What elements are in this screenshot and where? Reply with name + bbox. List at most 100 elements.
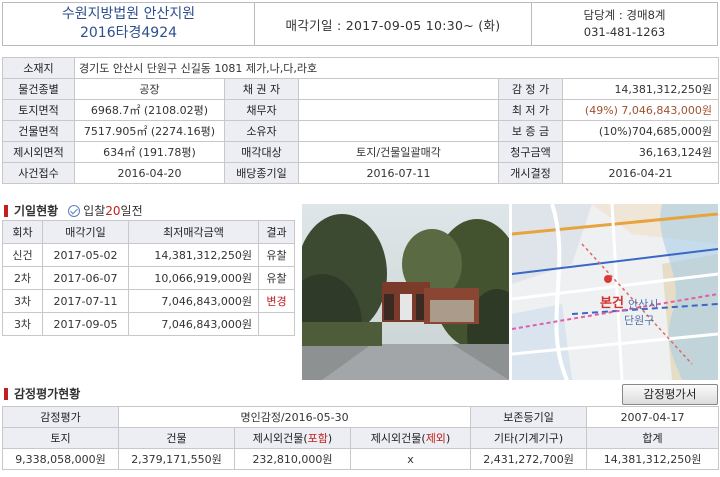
header-highlight: 제외 xyxy=(425,432,446,445)
info-value xyxy=(298,78,499,100)
info-label: 청구금액 xyxy=(498,141,563,163)
header-highlight: 포함 xyxy=(307,432,328,445)
column-header: 매각기일 xyxy=(42,220,129,244)
info-row: 토지면적 6968.7㎡ (2108.02평) 채무자 최 저 가 (49%) … xyxy=(2,99,720,121)
section-bullet-icon xyxy=(4,204,8,217)
appraisal-summary-row: 감정평가 명인감정/2016-05-30 보존등기일 2007-04-17 xyxy=(2,406,720,428)
info-value: 공장 xyxy=(74,78,225,100)
info-label: 배당종기일 xyxy=(224,162,299,184)
info-label: 물건종별 xyxy=(2,78,75,100)
info-label: 채 권 자 xyxy=(224,78,299,100)
address-row: 소재지 경기도 안산시 단원구 신길동 1081 제가,나,다,라호 xyxy=(2,57,720,79)
info-label: 사건접수 xyxy=(2,162,75,184)
history-section-header: 기일현황 입찰20일전 xyxy=(4,202,143,219)
appraisal-table: 감정평가 명인감정/2016-05-30 보존등기일 2007-04-17 토지… xyxy=(2,406,720,470)
extra-building-excluded-value: x xyxy=(349,448,472,470)
date-cell: 2017-09-05 xyxy=(42,312,129,336)
column-header: 건물 xyxy=(118,427,235,449)
price-cell: 14,381,312,250원 xyxy=(128,243,259,267)
registration-date-label: 보존등기일 xyxy=(470,406,588,428)
column-header: 기타(기계기구) xyxy=(470,427,588,449)
info-value xyxy=(298,120,499,142)
map-district-label: 단원구 xyxy=(624,314,655,327)
column-header: 최저매각금액 xyxy=(128,220,259,244)
info-row: 제시외면적 634㎡ (191.78평) 매각대상 토지/건물일괄매각 청구금액… xyxy=(2,141,720,163)
result-cell xyxy=(258,312,295,336)
price-cell: 7,046,843,000원 xyxy=(128,312,259,336)
contact-block: 담당계 : 경매8계 031-481-1263 xyxy=(531,3,717,45)
info-value: 토지/건물일괄매각 xyxy=(298,141,499,163)
column-header: 제시외건물(제외) xyxy=(349,427,472,449)
date-cell: 2017-07-11 xyxy=(42,289,129,313)
property-photo[interactable] xyxy=(302,204,509,380)
round-cell: 3차 xyxy=(2,312,43,336)
total-value: 14,381,312,250원 xyxy=(586,448,720,470)
table-row: 2차 2017-06-07 10,066,919,000원 유찰 xyxy=(2,266,295,290)
address-value: 경기도 안산시 단원구 신길동 1081 제가,나,다,라호 xyxy=(73,57,720,79)
info-label: 개시결정 xyxy=(498,162,563,184)
header-text: ) xyxy=(327,432,333,445)
info-value: 634㎡ (191.78평) xyxy=(74,141,225,163)
case-header: 수원지방법원 안산지원 2016타경4924 매각기일 : 2017-09-05… xyxy=(2,2,718,46)
result-cell: 유찰 xyxy=(258,266,295,290)
info-label: 건물면적 xyxy=(2,120,75,142)
column-header: 결과 xyxy=(258,220,295,244)
appraisal-price: 14,381,312,250원 xyxy=(561,78,720,100)
table-header-row: 회차 매각기일 최저매각금액 결과 xyxy=(2,220,295,244)
bid-countdown-prefix: 입찰 xyxy=(83,204,106,218)
round-cell: 2차 xyxy=(2,266,43,290)
table-row: 3차 2017-09-05 7,046,843,000원 xyxy=(2,312,295,336)
phone-number: 031-481-1263 xyxy=(583,25,666,39)
info-row: 건물면적 7517.905㎡ (2274.16평) 소유자 보 증 금 (10%… xyxy=(2,120,720,142)
court-block: 수원지방법원 안산지원 2016타경4924 xyxy=(3,3,255,45)
info-value: 7517.905㎡ (2274.16평) xyxy=(74,120,225,142)
bid-countdown-days: 20 xyxy=(105,204,121,218)
info-value: 6968.7㎡ (2108.02평) xyxy=(74,99,225,121)
table-header-row: 토지 건물 제시외건물(포함) 제시외건물(제외) 기타(기계기구) 합계 xyxy=(2,427,720,449)
info-label: 감 정 가 xyxy=(498,78,563,100)
info-value xyxy=(298,99,499,121)
property-info-table: 소재지 경기도 안산시 단원구 신길동 1081 제가,나,다,라호 물건종별 … xyxy=(2,57,720,184)
header-text: 제시외건물( xyxy=(370,432,426,445)
building-value: 2,379,171,550원 xyxy=(118,448,235,470)
extra-building-included-value: 232,810,000원 xyxy=(234,448,351,470)
table-row: 3차 2017-07-11 7,046,843,000원 변경 xyxy=(2,289,295,313)
column-header: 회차 xyxy=(2,220,43,244)
info-label: 채무자 xyxy=(224,99,299,121)
sale-date: 매각기일 : 2017-09-05 10:30~ (화) xyxy=(285,17,501,33)
info-row: 사건접수 2016-04-20 배당종기일 2016-07-11 개시결정 20… xyxy=(2,162,720,184)
result-cell: 유찰 xyxy=(258,243,295,267)
address-label: 소재지 xyxy=(2,57,75,79)
table-row: 9,338,058,000원 2,379,171,550원 232,810,00… xyxy=(2,448,720,470)
info-label: 최 저 가 xyxy=(498,99,563,121)
info-value: 2016-04-20 xyxy=(74,162,225,184)
info-value: 2016-04-21 xyxy=(561,162,720,184)
location-map[interactable]: 본건 안산시 단원구 xyxy=(512,204,718,380)
map-subject-label: 본건 xyxy=(600,296,624,311)
header-text: ) xyxy=(445,432,451,445)
check-circle-icon xyxy=(68,204,81,217)
land-value: 9,338,058,000원 xyxy=(2,448,119,470)
section-bullet-icon xyxy=(4,387,8,400)
column-header: 토지 xyxy=(2,427,119,449)
appraisal-title: 감정평가현황 xyxy=(14,387,81,401)
machinery-value: 2,431,272,700원 xyxy=(470,448,588,470)
info-label: 소유자 xyxy=(224,120,299,142)
info-value: 2016-07-11 xyxy=(298,162,499,184)
date-cell: 2017-05-02 xyxy=(42,243,129,267)
history-title: 기일현황 xyxy=(14,204,59,218)
appraisal-label: 감정평가 xyxy=(2,406,119,428)
appraisal-section-header: 감정평가현황 xyxy=(4,385,80,402)
round-cell: 3차 xyxy=(2,289,43,313)
result-cell: 변경 xyxy=(258,289,295,313)
info-label: 토지면적 xyxy=(2,99,75,121)
appraisal-report-button[interactable]: 감정평가서 xyxy=(622,384,718,405)
round-cell: 신건 xyxy=(2,243,43,267)
case-number: 2016타경4924 xyxy=(79,25,178,41)
auction-history-table: 회차 매각기일 최저매각금액 결과 신건 2017-05-02 14,381,3… xyxy=(2,220,295,336)
date-cell: 2017-06-07 xyxy=(42,266,129,290)
department: 담당계 : 경매8계 xyxy=(583,8,666,22)
court-name: 수원지방법원 안산지원 xyxy=(61,6,196,22)
info-label: 보 증 금 xyxy=(498,120,563,142)
price-cell: 7,046,843,000원 xyxy=(128,289,259,313)
